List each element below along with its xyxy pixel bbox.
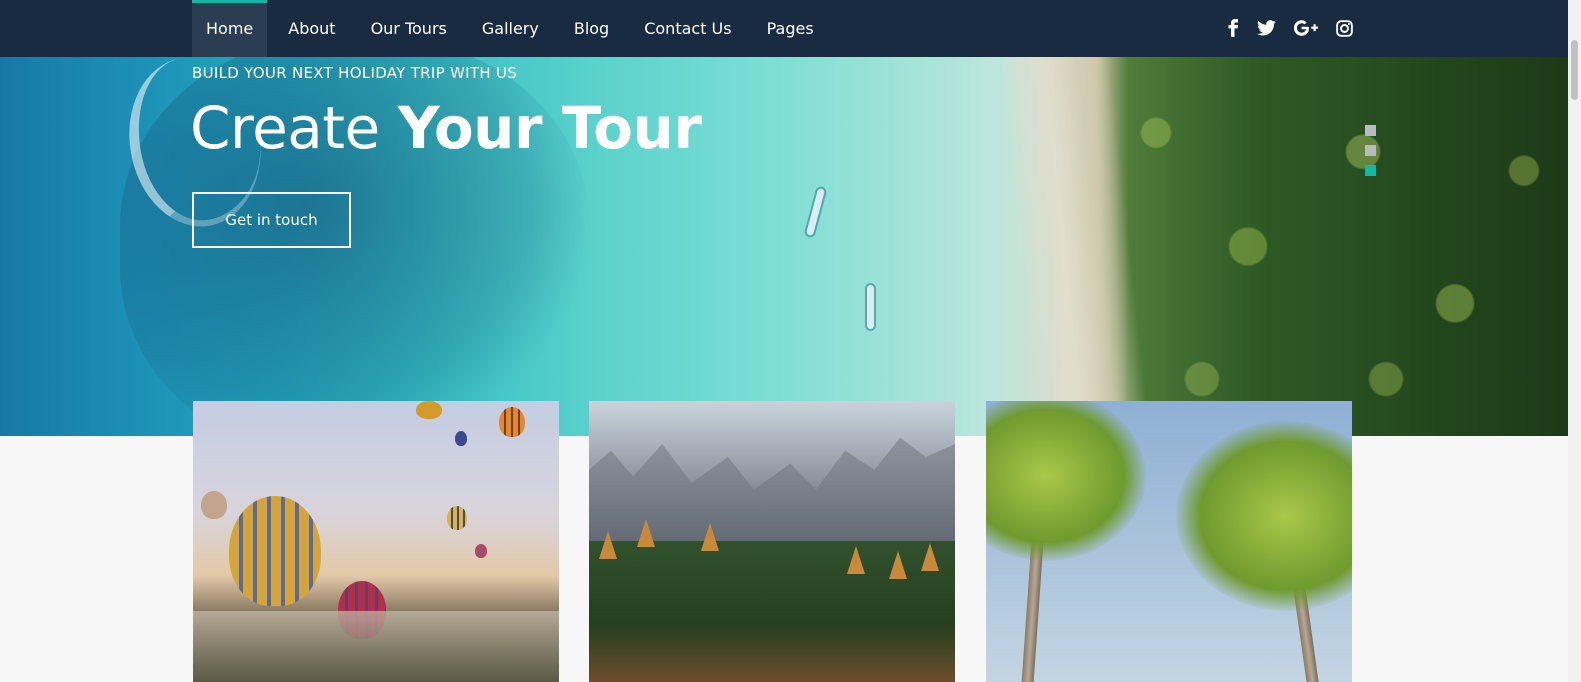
hero-eyebrow: BUILD YOUR NEXT HOLIDAY TRIP WITH US (192, 64, 518, 82)
tree-image (599, 531, 617, 559)
tour-card-balloons[interactable] (193, 401, 559, 682)
google-plus-icon[interactable] (1293, 17, 1319, 39)
balloon-image (229, 496, 321, 606)
slider-dot-1[interactable] (1365, 125, 1376, 136)
nav-item-contact-us[interactable]: Contact Us (630, 0, 745, 57)
tree-image (889, 551, 907, 579)
tree-image (637, 519, 655, 547)
slider-dots (1365, 125, 1376, 185)
nav-item-blog[interactable]: Blog (560, 0, 623, 57)
get-in-touch-button[interactable]: Get in touch (192, 192, 351, 248)
balloon-image (416, 401, 442, 419)
hero-boat (805, 187, 826, 237)
slider-dot-2[interactable] (1365, 145, 1376, 156)
tree-image (921, 543, 939, 571)
nav-menu: Home About Our Tours Gallery Blog Contac… (192, 0, 835, 57)
balloon-image (447, 506, 467, 530)
facebook-icon[interactable] (1222, 17, 1244, 39)
hero-palm-forest (1110, 57, 1568, 436)
balloon-image (475, 544, 487, 558)
tour-card-mountains[interactable] (589, 401, 955, 682)
nav-item-our-tours[interactable]: Our Tours (357, 0, 461, 57)
hero-title: Create Your Tour (190, 92, 702, 164)
nav-item-home[interactable]: Home (192, 0, 268, 57)
top-navbar: Home About Our Tours Gallery Blog Contac… (0, 0, 1568, 57)
instagram-icon[interactable] (1333, 17, 1355, 39)
balloon-image (499, 407, 525, 437)
nav-item-about[interactable]: About (274, 0, 349, 57)
balloon-image (455, 431, 467, 446)
palm-fronds-image (1176, 421, 1352, 611)
tour-card-palms[interactable] (986, 401, 1352, 682)
hero-title-bold: Your Tour (397, 94, 702, 162)
twitter-icon[interactable] (1255, 17, 1277, 39)
nav-item-pages[interactable]: Pages (753, 0, 828, 57)
palm-fronds-image (986, 401, 1146, 561)
slider-dot-3[interactable] (1365, 165, 1376, 176)
balloon-image (201, 491, 227, 519)
vertical-scrollbar[interactable] (1568, 0, 1581, 682)
nav-item-gallery[interactable]: Gallery (468, 0, 553, 57)
scrollbar-thumb[interactable] (1571, 40, 1578, 100)
hero-boat (867, 285, 874, 329)
tree-image (701, 523, 719, 551)
valley-image (193, 611, 559, 682)
tree-image (847, 546, 865, 574)
hero-title-light: Create (190, 94, 398, 162)
